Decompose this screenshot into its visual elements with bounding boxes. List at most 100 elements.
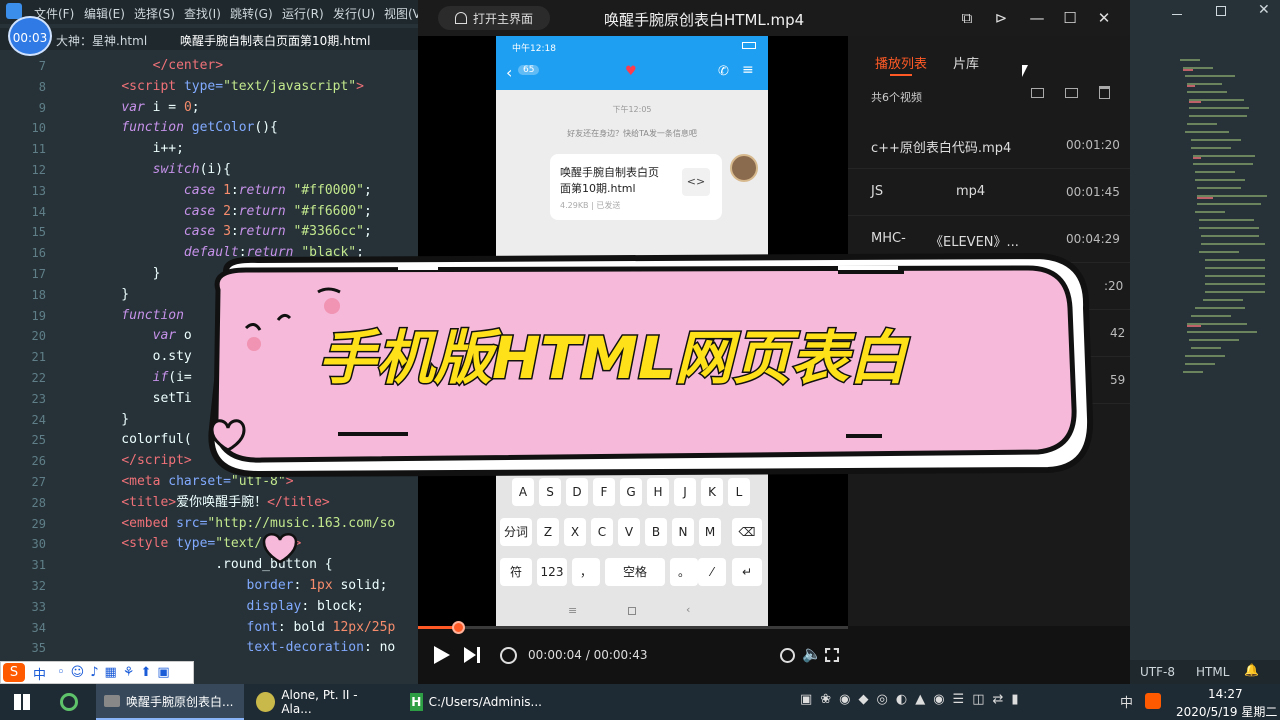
tab-library[interactable]: 片库 [953,53,979,72]
line-number: 35 [31,641,46,656]
settings-icon[interactable] [780,648,795,663]
loop-icon[interactable] [500,647,517,664]
next-bar [477,647,480,663]
menu-find[interactable]: 查找(I) [184,5,221,22]
line-number: 34 [31,620,46,635]
tray-ime-label[interactable]: 中 [1120,692,1141,711]
menu-publish[interactable]: 发行(U) [333,5,375,22]
playlist-item-name: c++原创表白代码.mp4 [871,141,1012,156]
playlist-item-name: MHC- [871,231,906,246]
language-label[interactable]: HTML [1196,665,1229,679]
tray-icons[interactable]: ▣❀◉◆◎◐▲◉☰◫⇄▮ [800,692,1027,707]
restore-icon[interactable] [1216,6,1226,16]
recording-timer-badge: 00:03 [8,16,52,56]
volume-icon[interactable]: 🔈 [802,644,822,663]
input-method-bar[interactable]: S 中 ◦☺♪▦⚘⬆▣ [0,661,194,684]
menu-edit[interactable]: 编辑(E) [84,5,125,22]
title-banner: 手机版HTML网页表白 [208,252,1094,478]
mouse-cursor-icon [1022,65,1028,77]
maximize-icon[interactable]: ☐ [1059,8,1081,28]
menu-select[interactable]: 选择(S) [134,5,175,22]
line-number: 31 [31,558,46,573]
encoding-label[interactable]: UTF-8 [1140,665,1175,679]
line-number-gutter: 7 8 9 10 11 12 13 14 15 16 17 18 19 20 21 22 23 24 25 26 27 2… [0,56,60,656]
total-time: 00:00:43 [593,648,648,662]
progress-knob[interactable] [451,621,465,634]
banner-text-span: 手机版HTML网页表白 [318,324,910,392]
playlist-item[interactable]: JS mp4 00:01:45 [848,169,1130,216]
open-main-label: 打开主界面 [472,11,533,26]
chat-notice: 好友还在身边？快给TA发一条信息吧 [567,129,697,138]
nav-bar: ≡ ‹ [496,598,768,626]
video-count: 共6个视频 [871,91,922,104]
picture-in-picture-icon[interactable]: ⧉ [956,8,978,28]
enter-key: ↵ [732,558,762,586]
settings-app[interactable] [52,684,92,720]
back-count-badge: 65 [518,65,540,75]
player-controls: 00:00:04 / 00:00:43 🔈 [418,621,1130,684]
chat-header: ‹ 65 ♥ ✆ ≡ [496,56,768,90]
code-minimap[interactable] [1175,56,1275,386]
line-number: 14 [31,204,46,219]
time-separator: / [585,648,590,662]
start-button[interactable] [6,684,38,720]
pin-icon[interactable]: ⊳ [990,8,1012,28]
playlist-item-duration: 00:04:29 [1066,232,1120,246]
editor-tab-bar: 大神：星神.html 唤醒手腕自制表白页面第10期.html [0,28,420,50]
minimize-icon[interactable] [1172,8,1182,15]
line-number: 16 [31,246,46,261]
next-icon[interactable] [464,647,476,663]
switch-key: ⁄ [698,558,726,586]
tab-file-2[interactable]: 唤醒手腕自制表白页面第10期.html [180,32,370,49]
taskbar-app-hbuilder[interactable]: H C:/Users/Adminis... [402,684,550,720]
line-number: 8 [38,79,46,94]
progress-track[interactable] [418,621,848,634]
menu-run[interactable]: 运行(R) [282,5,324,22]
windows-taskbar: 唤醒手腕原创表白... Alone, Pt. II - Ala... H C:/… [0,684,1280,720]
current-time: 00:00:04 [528,648,582,662]
clock-time[interactable]: 14:27 [1208,687,1243,701]
minimize-icon[interactable]: — [1026,8,1048,28]
menu-view[interactable]: 视图(V [384,5,421,22]
player-app-icon [104,695,120,707]
windows-logo-icon [14,694,30,710]
clock-date[interactable]: 2020/5/19 星期二 [1176,703,1277,720]
line-number: 20 [31,329,46,344]
taskbar-app-label: 唤醒手腕原创表白... [126,694,234,709]
time-display: 00:00:04 / 00:00:43 [528,648,648,662]
bell-icon[interactable]: 🔔 [1244,663,1259,677]
add-folder-icon[interactable] [1031,88,1044,98]
tab-playlist[interactable]: 播放列表 [875,53,927,72]
line-number: 17 [31,266,46,281]
tray-sogou-icon[interactable] [1145,693,1161,709]
keyboard-key: H [647,478,669,506]
close-icon[interactable]: ✕ [1258,2,1270,18]
keyboard-key: C [591,518,613,546]
backspace-key: ⌫ [732,518,762,546]
taskbar-app-player[interactable]: 唤醒手腕原创表白... [96,684,244,720]
line-number: 32 [31,578,46,593]
fullscreen-icon[interactable] [825,648,839,662]
taskbar-app-music[interactable]: Alone, Pt. II - Ala... [248,684,396,720]
html-file-icon: <> [682,168,710,196]
line-number: 23 [31,391,46,406]
gear-icon [60,693,78,711]
keyboard-key: ， [572,558,600,586]
menu-goto[interactable]: 跳转(G) [230,5,273,22]
window-controls: ✕ [1134,2,1274,24]
delete-icon[interactable] [1099,86,1110,99]
close-icon[interactable]: ✕ [1093,8,1115,28]
keyboard-key: M [699,518,721,546]
tab-file-1[interactable]: 大神：星神.html [56,32,147,49]
play-icon[interactable] [434,646,450,664]
line-number: 30 [31,537,46,552]
line-number: 29 [31,516,46,531]
ime-mode-label[interactable]: 中 [33,664,46,683]
keyboard-key: G [620,478,642,506]
line-number: 27 [31,474,46,489]
add-file-icon[interactable] [1065,88,1078,98]
playlist-item[interactable]: c++原创表白代码.mp4 00:01:20 [848,122,1130,169]
line-number: 33 [31,599,46,614]
phone-keyboard: ASDFGHJKL 分词 Z X C V B N M 符 123，空格。 ⌫ ⁄ ↵ ≡ ‹ [496,474,768,626]
open-main-button[interactable]: 打开主界面 [438,6,550,30]
